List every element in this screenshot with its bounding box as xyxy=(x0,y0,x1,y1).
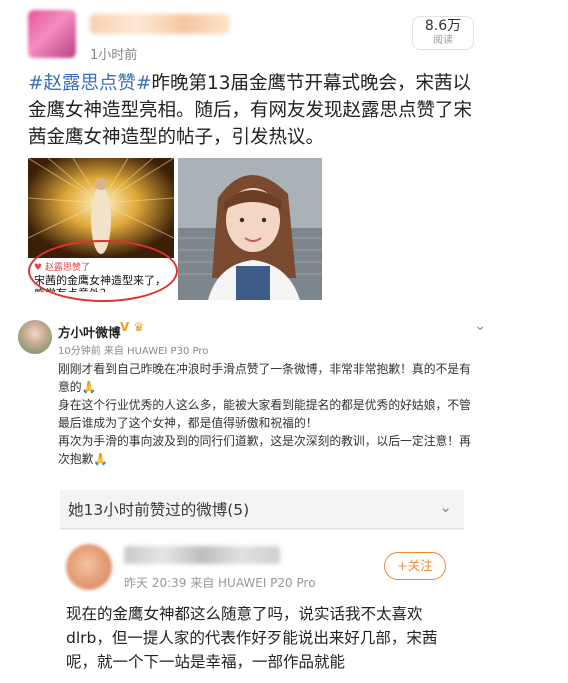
liked-posts-title[interactable]: 她13小时前赞过的微博(5) xyxy=(68,498,249,520)
username[interactable]: 方小叶微博 xyxy=(58,322,121,341)
avatar[interactable] xyxy=(18,320,52,354)
avatar[interactable] xyxy=(66,544,112,590)
username-blurred[interactable] xyxy=(90,14,230,34)
post-time: 1小时前 xyxy=(90,48,138,63)
apology-post: 方小叶微博 V ♛ 10分钟前 来自 HUAWEI P30 Pro ⌄ 刚刚才看… xyxy=(16,316,486,466)
verified-badge: V ♛ xyxy=(120,320,145,334)
divider xyxy=(60,528,464,529)
post-body: 刚刚才看到自己昨晚在冲浪时手滑点赞了一条微博，非常非常抱歉！真的不是有意的🙏 身… xyxy=(58,360,480,468)
weibo-post-card: 1小时前 8.6万 阅读 #赵露思点赞#昨晚第13届金鹰节开幕式晚会，宋茜以金鹰… xyxy=(16,0,486,302)
red-highlight-circle xyxy=(28,240,178,302)
read-count: 8.6万 xyxy=(424,18,462,34)
post-image-portrait[interactable] xyxy=(178,158,322,300)
paragraph-1: 刚刚才看到自己昨晚在冲浪时手滑点赞了一条微博，非常非常抱歉！真的不是有意的🙏 xyxy=(58,362,471,394)
follow-button[interactable]: +关注 xyxy=(384,552,446,580)
portrait-image xyxy=(178,158,322,300)
paragraph-3: 再次为手滑的事向波及到的同行们道歉，这是次深刻的教训，以后一定注意！再次抱歉🙏 xyxy=(58,434,471,466)
emoji-icon: 🙏 xyxy=(81,380,97,394)
post-meta: 10分钟前 来自 HUAWEI P30 Pro xyxy=(58,346,209,357)
crown-icon: ♛ xyxy=(133,320,145,334)
post-text: #赵露思点赞#昨晚第13届金鹰节开幕式晚会，宋茜以金鹰女神造型亮相。随后，有网友… xyxy=(28,70,478,151)
read-count-badge: 8.6万 阅读 xyxy=(412,16,474,50)
read-label: 阅读 xyxy=(433,35,453,46)
emoji-icon: 🙏 xyxy=(93,452,109,466)
liked-posts-section: 她13小时前赞过的微博(5) ⌄ 昨天 20:39 来自 HUAWEI P20 … xyxy=(60,490,464,683)
post-meta: 昨天 20:39 来自 HUAWEI P20 Pro xyxy=(124,576,316,590)
hashtag-link[interactable]: #赵露思点赞# xyxy=(28,73,152,94)
paragraph-2: 身在这个行业优秀的人这么多，能被大家看到能提名的都是优秀的好姑娘，不管最后谁成为… xyxy=(58,398,471,430)
liked-post-card: 昨天 20:39 来自 HUAWEI P20 Pro +关注 现在的金鹰女神都这… xyxy=(60,530,464,683)
chevron-down-icon[interactable]: ⌄ xyxy=(439,498,452,516)
avatar[interactable] xyxy=(28,10,76,58)
chevron-down-icon[interactable]: ⌄ xyxy=(474,318,486,334)
post-text: 现在的金鹰女神都这么随意了吗，说实话我不太喜欢dlrb，但一提人家的代表作好歹能… xyxy=(66,605,438,671)
username-blurred[interactable] xyxy=(124,546,280,564)
